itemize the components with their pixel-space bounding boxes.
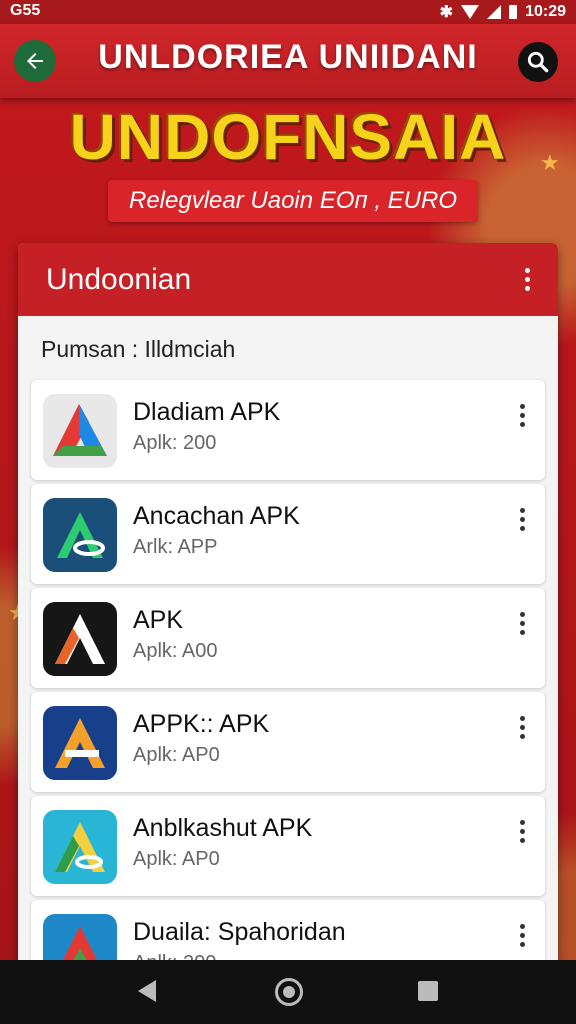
more-vertical-icon[interactable] [520,612,525,635]
app-bar-title: UNLDORIEA UNIIDANI [98,38,478,76]
list-item[interactable]: Ancachan APK Arlk: APP [31,484,545,584]
app-name: Anblkashut APK [133,814,313,842]
app-name: APK [133,606,184,634]
app-name: APPK:: APK [133,710,270,738]
arrow-left-icon [27,53,43,69]
card-header: Undoonian [18,243,558,316]
app-name: Dladiam APK [133,398,281,426]
nav-recent-icon[interactable] [418,981,438,1001]
card-subtitle: Pumsan : Illdmciah [41,336,236,362]
nav-home-icon[interactable] [275,978,303,1006]
list-item[interactable]: APK Aplk: A00 [31,588,545,688]
more-vertical-icon[interactable] [520,404,525,427]
app-icon [43,498,117,572]
more-vertical-icon[interactable] [520,508,525,531]
battery-icon [509,5,518,19]
app-name: Ancachan APK [133,502,300,530]
app-list-card: Undoonian Pumsan : Illdmciah Dladiam APK… [18,243,558,973]
status-bar: G55 ✱ 10:29 [0,0,576,24]
app-meta: Arlk: APP [133,536,218,558]
app-bar: UNLDORIEA UNIIDANI [0,24,576,98]
search-button[interactable] [518,42,558,82]
app-icon [43,602,117,676]
list-item[interactable]: Anblkashut APK Aplk: AP0 [31,796,545,896]
more-vertical-icon[interactable] [520,820,525,843]
banner-title: UNDOFNSAIA [69,101,507,173]
list-item[interactable]: APPK:: APK Aplk: AP0 [31,692,545,792]
status-time: 10:29 [525,3,566,20]
app-meta: Aplk: A00 [133,640,218,662]
bluetooth-icon: ✱ [439,4,454,21]
status-left-text: G55 [10,2,41,19]
signal-icon [487,5,502,19]
app-name: Duaila: Spahoridan [133,918,346,946]
more-vertical-icon[interactable] [525,268,530,291]
app-meta: Aplk: AP0 [133,744,220,766]
banner-subtitle: Relegvlear Uaoin ЕОп , EURO [108,180,478,222]
app-icon [43,810,117,884]
app-icon [43,706,117,780]
wifi-icon [461,5,480,19]
more-vertical-icon[interactable] [520,924,525,947]
app-meta: Aplk: 200 [133,432,217,454]
nav-back-icon[interactable] [138,980,156,1002]
system-nav-bar [0,960,576,1024]
list-item[interactable]: Dladiam APK Aplk: 200 [31,380,545,480]
back-button[interactable] [14,40,56,82]
card-title: Undoonian [46,263,192,296]
app-icon [43,394,117,468]
app-meta: Aplk: AP0 [133,848,220,870]
more-vertical-icon[interactable] [520,716,525,739]
app-list: Dladiam APK Aplk: 200 Ancachan APK Arlk:… [31,380,545,973]
search-icon [527,51,549,73]
